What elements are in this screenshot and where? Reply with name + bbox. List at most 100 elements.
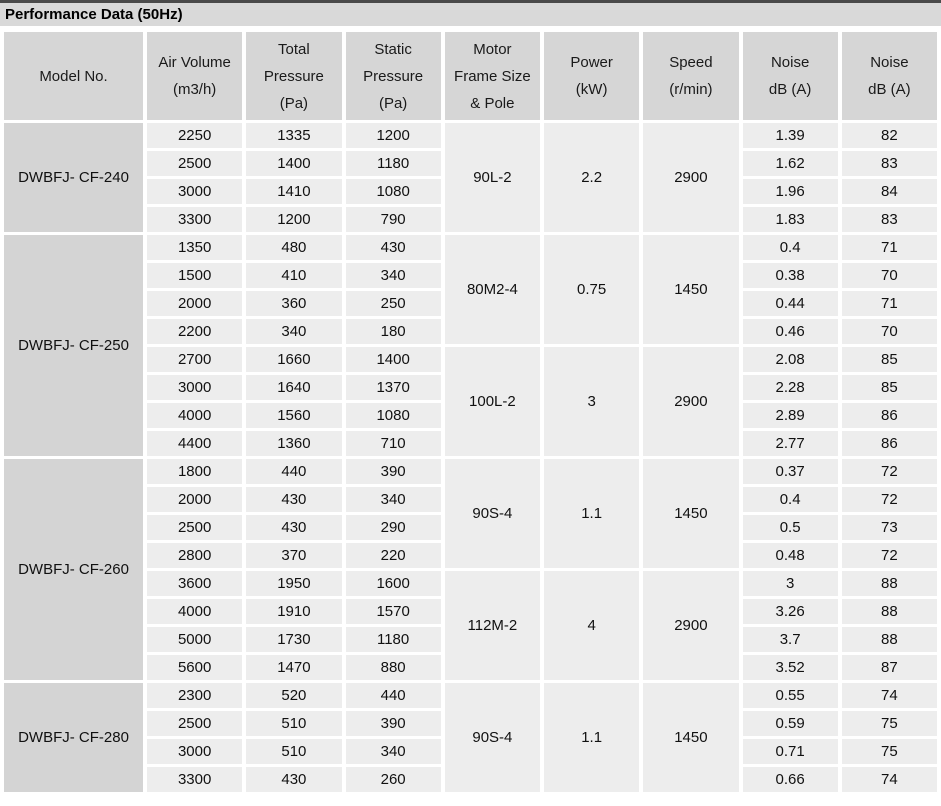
cell-total-pressure: 370 <box>246 543 341 568</box>
cell-air-volume: 3000 <box>147 375 242 400</box>
cell-air-volume: 2300 <box>147 683 242 708</box>
cell-total-pressure: 1950 <box>246 571 341 596</box>
header-line: dB (A) <box>842 76 937 103</box>
cell-static-pressure: 1180 <box>346 151 441 176</box>
cell-noise-2: 86 <box>842 403 937 428</box>
cell-total-pressure: 340 <box>246 319 341 344</box>
cell-noise-2: 85 <box>842 347 937 372</box>
header-line: Pressure <box>346 63 441 90</box>
header-line: Motor <box>445 36 540 63</box>
page-title: Performance Data (50Hz) <box>0 3 941 26</box>
cell-noise-1: 0.37 <box>743 459 838 484</box>
header-line: (kW) <box>544 76 639 103</box>
cell-noise-1: 2.89 <box>743 403 838 428</box>
cell-noise-2: 88 <box>842 627 937 652</box>
cell-air-volume: 2800 <box>147 543 242 568</box>
cell-static-pressure: 1200 <box>346 123 441 148</box>
cell-air-volume: 1800 <box>147 459 242 484</box>
cell-noise-1: 3.26 <box>743 599 838 624</box>
cell-total-pressure: 510 <box>246 711 341 736</box>
cell-air-volume: 5600 <box>147 655 242 680</box>
header-line: (m3/h) <box>147 76 242 103</box>
cell-static-pressure: 340 <box>346 487 441 512</box>
cell-noise-2: 72 <box>842 543 937 568</box>
cell-noise-2: 72 <box>842 487 937 512</box>
cell-noise-2: 74 <box>842 683 937 708</box>
cell-noise-2: 86 <box>842 431 937 456</box>
cell-noise-2: 70 <box>842 319 937 344</box>
cell-speed: 1450 <box>643 235 738 344</box>
cell-noise-1: 3 <box>743 571 838 596</box>
cell-noise-1: 1.96 <box>743 179 838 204</box>
cell-static-pressure: 710 <box>346 431 441 456</box>
cell-total-pressure: 1640 <box>246 375 341 400</box>
cell-static-pressure: 340 <box>346 263 441 288</box>
cell-static-pressure: 440 <box>346 683 441 708</box>
header-line: (Pa) <box>346 90 441 117</box>
performance-table: Model No. Air Volume(m3/h) TotalPressure… <box>0 29 941 795</box>
cell-static-pressure: 1370 <box>346 375 441 400</box>
cell-static-pressure: 260 <box>346 767 441 792</box>
header-line: dB (A) <box>743 76 838 103</box>
header-line: Noise <box>743 49 838 76</box>
cell-motor-frame: 90S-4 <box>445 683 540 792</box>
cell-static-pressure: 430 <box>346 235 441 260</box>
cell-air-volume: 2500 <box>147 711 242 736</box>
cell-total-pressure: 1910 <box>246 599 341 624</box>
cell-noise-1: 0.4 <box>743 487 838 512</box>
cell-total-pressure: 1730 <box>246 627 341 652</box>
cell-total-pressure: 510 <box>246 739 341 764</box>
cell-speed: 2900 <box>643 571 738 680</box>
header-speed: Speed(r/min) <box>643 32 738 120</box>
cell-noise-2: 82 <box>842 123 937 148</box>
cell-motor-frame: 90S-4 <box>445 459 540 568</box>
cell-noise-1: 1.62 <box>743 151 838 176</box>
table-row: DWBFJ- CF-260 1800 440 390 90S-4 1.1 145… <box>4 459 937 484</box>
cell-air-volume: 2200 <box>147 319 242 344</box>
cell-total-pressure: 1200 <box>246 207 341 232</box>
cell-air-volume: 3000 <box>147 739 242 764</box>
cell-noise-2: 83 <box>842 207 937 232</box>
cell-motor-frame: 112M-2 <box>445 571 540 680</box>
header-line: Total <box>246 36 341 63</box>
cell-total-pressure: 1400 <box>246 151 341 176</box>
model-cell: DWBFJ- CF-280 <box>4 683 143 792</box>
cell-static-pressure: 1080 <box>346 403 441 428</box>
cell-air-volume: 2500 <box>147 151 242 176</box>
cell-power: 4 <box>544 571 639 680</box>
cell-motor-frame: 100L-2 <box>445 347 540 456</box>
cell-total-pressure: 360 <box>246 291 341 316</box>
header-line: Pressure <box>246 63 341 90</box>
header-total-pressure: TotalPressure(Pa) <box>246 32 341 120</box>
cell-static-pressure: 1570 <box>346 599 441 624</box>
cell-noise-1: 2.08 <box>743 347 838 372</box>
cell-noise-2: 74 <box>842 767 937 792</box>
cell-air-volume: 4400 <box>147 431 242 456</box>
cell-noise-2: 88 <box>842 599 937 624</box>
cell-noise-2: 75 <box>842 739 937 764</box>
cell-motor-frame: 80M2-4 <box>445 235 540 344</box>
cell-noise-2: 73 <box>842 515 937 540</box>
cell-speed: 2900 <box>643 123 738 232</box>
table-row: DWBFJ- CF-280 2300 520 440 90S-4 1.1 145… <box>4 683 937 708</box>
model-cell: DWBFJ- CF-240 <box>4 123 143 232</box>
cell-total-pressure: 480 <box>246 235 341 260</box>
cell-power: 2.2 <box>544 123 639 232</box>
cell-noise-1: 0.38 <box>743 263 838 288</box>
header-line: Speed <box>643 49 738 76</box>
cell-air-volume: 3600 <box>147 571 242 596</box>
cell-power: 1.1 <box>544 459 639 568</box>
cell-speed: 1450 <box>643 459 738 568</box>
header-line: Power <box>544 49 639 76</box>
cell-speed: 2900 <box>643 347 738 456</box>
cell-noise-1: 3.7 <box>743 627 838 652</box>
cell-noise-1: 0.71 <box>743 739 838 764</box>
cell-power: 3 <box>544 347 639 456</box>
cell-noise-2: 71 <box>842 291 937 316</box>
cell-static-pressure: 1600 <box>346 571 441 596</box>
cell-air-volume: 3000 <box>147 179 242 204</box>
header-noise-1: NoisedB (A) <box>743 32 838 120</box>
cell-air-volume: 2250 <box>147 123 242 148</box>
cell-air-volume: 2700 <box>147 347 242 372</box>
table-row: 3600 1950 1600 112M-2 4 2900 3 88 <box>4 571 937 596</box>
